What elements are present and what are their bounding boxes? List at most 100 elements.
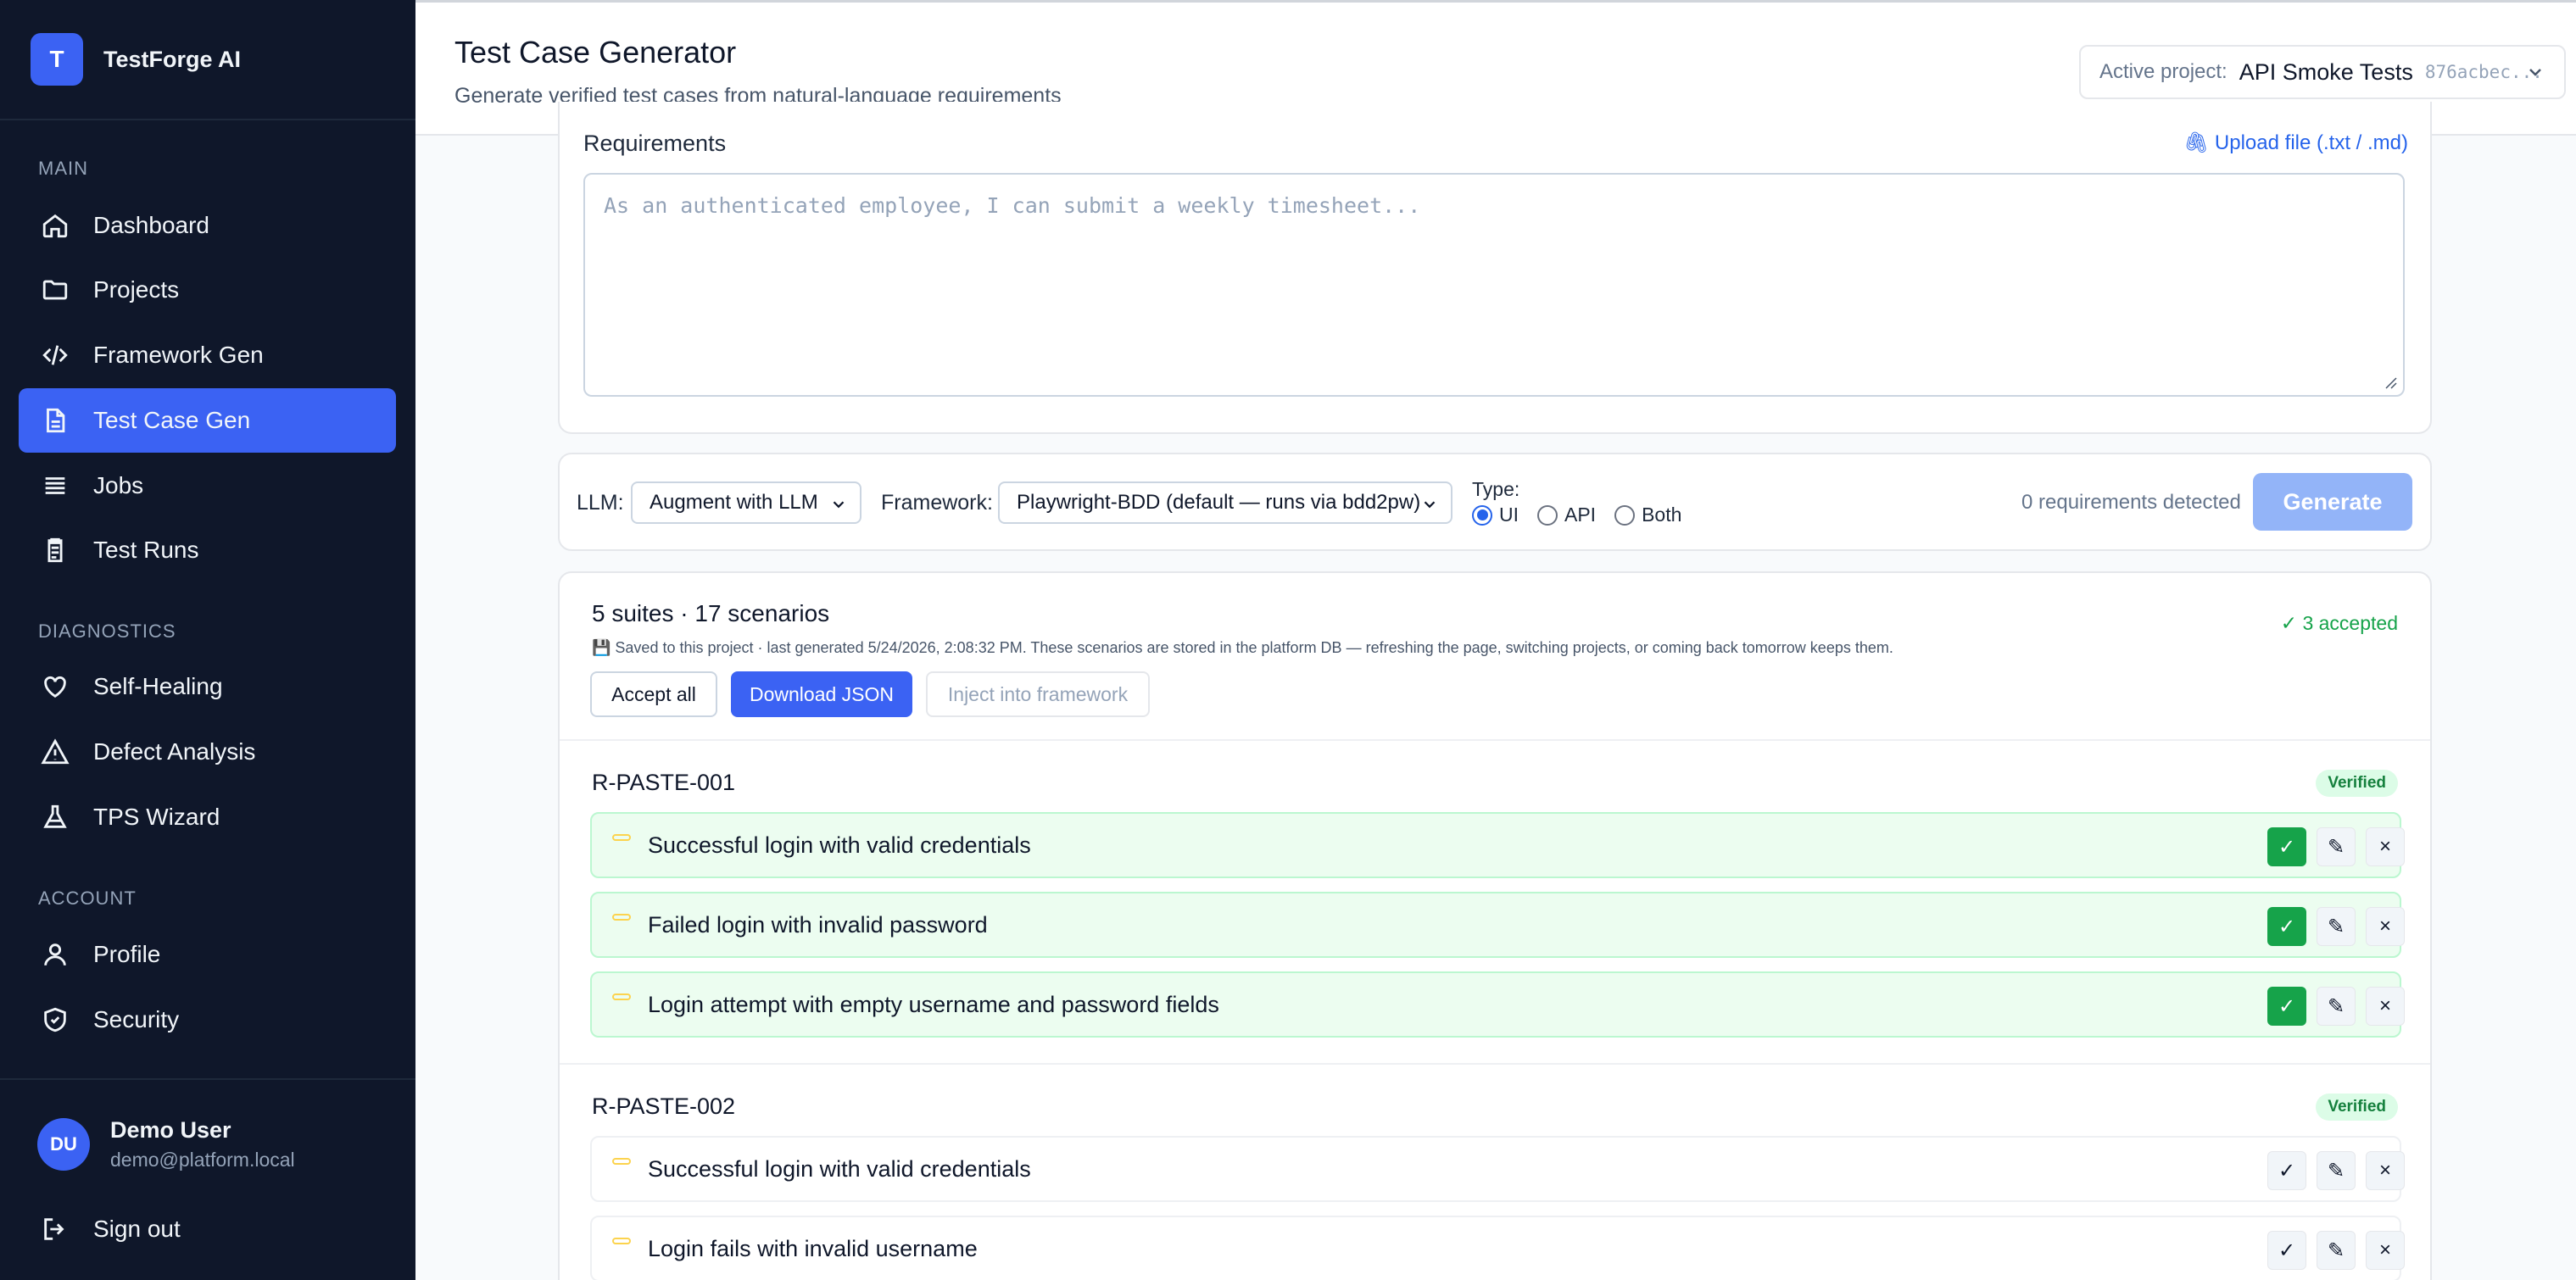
sidebar-item-label: Framework Gen bbox=[93, 342, 264, 368]
section-label-main: MAIN bbox=[38, 158, 88, 179]
saved-note: 💾 Saved to this project · last generated… bbox=[592, 639, 1893, 656]
brand[interactable]: T TestForge AI bbox=[0, 0, 415, 120]
user-name: Demo User bbox=[110, 1117, 231, 1143]
sidebar-item-label: Self-Healing bbox=[93, 673, 223, 699]
inject-framework-button[interactable]: Inject into framework bbox=[926, 671, 1150, 717]
delete-scenario-button[interactable]: × bbox=[2366, 827, 2405, 866]
upload-file-label: Upload file (.txt / .md) bbox=[2214, 131, 2408, 154]
sidebar-item-label: Test Case Gen bbox=[93, 407, 251, 433]
home-icon bbox=[39, 209, 71, 242]
sidebar-item-framework-gen[interactable]: Framework Gen bbox=[19, 323, 396, 387]
drag-handle-icon[interactable] bbox=[612, 993, 631, 1000]
chevron-down-icon bbox=[833, 501, 845, 509]
avatar: DU bbox=[37, 1118, 90, 1171]
type-option-ui: UI bbox=[1499, 504, 1519, 526]
scenario-row[interactable]: Successful login with valid credentials … bbox=[590, 1136, 2405, 1202]
heart-icon bbox=[39, 671, 71, 703]
scenario-title: Successful login with valid credentials bbox=[648, 1155, 1031, 1182]
sign-out-button[interactable]: Sign out bbox=[19, 1197, 396, 1261]
delete-scenario-button[interactable]: × bbox=[2366, 987, 2405, 1026]
accept-scenario-button[interactable]: ✓ bbox=[2267, 907, 2306, 946]
sign-out-icon bbox=[39, 1213, 71, 1245]
user-icon bbox=[39, 938, 71, 971]
suite-title: R-PASTE-002 bbox=[592, 1094, 736, 1119]
card-divider bbox=[560, 739, 2430, 741]
card-divider bbox=[560, 1063, 2430, 1065]
upload-file-link[interactable]: 🖇 Upload file (.txt / .md) bbox=[2183, 131, 2408, 155]
requirements-textarea[interactable]: As an authenticated employee, I can subm… bbox=[583, 173, 2405, 397]
accept-scenario-button[interactable]: ✓ bbox=[2267, 987, 2306, 1026]
scenario-row[interactable]: Login fails with invalid username ✓ ✎ × bbox=[590, 1216, 2405, 1280]
download-json-button[interactable]: Download JSON bbox=[731, 671, 912, 717]
sidebar-item-test-case-gen[interactable]: Test Case Gen bbox=[19, 388, 396, 453]
scenario-row[interactable]: Successful login with valid credentials … bbox=[590, 812, 2405, 878]
type-option-api: API bbox=[1564, 504, 1597, 526]
drag-handle-icon[interactable] bbox=[612, 914, 631, 921]
framework-label: Framework: bbox=[881, 491, 993, 515]
edit-scenario-button[interactable]: ✎ bbox=[2317, 907, 2356, 946]
llm-label: LLM: bbox=[577, 491, 624, 515]
sidebar-item-projects[interactable]: Projects bbox=[19, 258, 396, 322]
shield-icon bbox=[39, 1004, 71, 1036]
user-email: demo@platform.local bbox=[110, 1149, 295, 1171]
chevron-down-icon bbox=[1424, 501, 1436, 509]
user-card: DU Demo User demo@platform.local bbox=[37, 1117, 295, 1171]
sidebar-item-security[interactable]: Security bbox=[19, 988, 396, 1052]
llm-select-value: Augment with LLM bbox=[650, 491, 818, 514]
section-label-account: ACCOUNT bbox=[38, 888, 137, 909]
active-project-name: API Smoke Tests bbox=[2239, 58, 2413, 85]
sidebar-item-tps-wizard[interactable]: TPS Wizard bbox=[19, 785, 396, 849]
drag-handle-icon[interactable] bbox=[612, 1238, 631, 1244]
accept-scenario-button[interactable]: ✓ bbox=[2267, 1231, 2306, 1270]
sidebar-item-test-runs[interactable]: Test Runs bbox=[19, 518, 396, 582]
section-label-diagnostics: DIAGNOSTICS bbox=[38, 621, 176, 642]
type-radio-ui[interactable] bbox=[1472, 504, 1492, 526]
framework-select[interactable]: Playwright-BDD (default — runs via bdd2p… bbox=[998, 481, 1452, 524]
sidebar-item-profile[interactable]: Profile bbox=[19, 922, 396, 987]
delete-scenario-button[interactable]: × bbox=[2366, 1231, 2405, 1270]
drag-handle-icon[interactable] bbox=[612, 834, 631, 841]
edit-scenario-button[interactable]: ✎ bbox=[2317, 987, 2356, 1026]
results-summary: 5 suites · 17 scenarios bbox=[592, 600, 830, 626]
sidebar-item-label: Projects bbox=[93, 276, 180, 303]
drag-handle-icon[interactable] bbox=[612, 1158, 631, 1165]
resize-handle-icon[interactable] bbox=[2383, 375, 2398, 390]
accept-scenario-button[interactable]: ✓ bbox=[2267, 1151, 2306, 1190]
accept-all-button[interactable]: Accept all bbox=[590, 671, 717, 717]
sidebar: T TestForge AI MAIN Dashboard Projects F… bbox=[0, 0, 415, 1280]
sidebar-divider bbox=[0, 1078, 415, 1080]
edit-scenario-button[interactable]: ✎ bbox=[2317, 1231, 2356, 1270]
folder-icon bbox=[39, 274, 71, 306]
requirements-detected: 0 requirements detected bbox=[2021, 491, 2241, 514]
scenario-row[interactable]: Failed login with invalid password ✓ ✎ × bbox=[590, 892, 2405, 958]
accept-scenario-button[interactable]: ✓ bbox=[2267, 827, 2306, 866]
generate-button[interactable]: Generate bbox=[2253, 473, 2412, 531]
sidebar-item-defect-analysis[interactable]: Defect Analysis bbox=[19, 720, 396, 784]
chevron-down-icon bbox=[2529, 69, 2541, 76]
scenario-title: Successful login with valid credentials bbox=[648, 832, 1031, 858]
sidebar-item-label: TPS Wizard bbox=[93, 804, 220, 830]
sidebar-item-jobs[interactable]: Jobs bbox=[19, 454, 396, 518]
delete-scenario-button[interactable]: × bbox=[2366, 907, 2405, 946]
sidebar-item-self-healing[interactable]: Self-Healing bbox=[19, 654, 396, 719]
edit-scenario-button[interactable]: ✎ bbox=[2317, 1151, 2356, 1190]
list-icon bbox=[39, 470, 71, 502]
llm-select[interactable]: Augment with LLM bbox=[631, 481, 861, 524]
edit-scenario-button[interactable]: ✎ bbox=[2317, 827, 2356, 866]
framework-select-value: Playwright-BDD (default — runs via bdd2p… bbox=[1017, 491, 1421, 514]
sidebar-item-label: Security bbox=[93, 1006, 180, 1032]
sidebar-item-dashboard[interactable]: Dashboard bbox=[19, 193, 396, 258]
type-radio-api[interactable] bbox=[1537, 504, 1558, 526]
suite-title: R-PASTE-001 bbox=[592, 770, 736, 795]
requirements-placeholder: As an authenticated employee, I can subm… bbox=[604, 193, 1421, 218]
sidebar-item-label: Defect Analysis bbox=[93, 738, 256, 765]
active-project-select[interactable]: Active project: API Smoke Tests 876acbec… bbox=[2079, 45, 2566, 99]
requirements-label: Requirements bbox=[583, 131, 727, 156]
delete-scenario-button[interactable]: × bbox=[2366, 1151, 2405, 1190]
warning-icon bbox=[39, 736, 71, 768]
scenario-title: Login attempt with empty username and pa… bbox=[648, 991, 1219, 1017]
type-radio-both[interactable] bbox=[1614, 504, 1636, 526]
accepted-count: ✓ 3 accepted bbox=[2280, 612, 2398, 634]
brand-name: TestForge AI bbox=[103, 46, 242, 72]
scenario-row[interactable]: Login attempt with empty username and pa… bbox=[590, 971, 2405, 1038]
